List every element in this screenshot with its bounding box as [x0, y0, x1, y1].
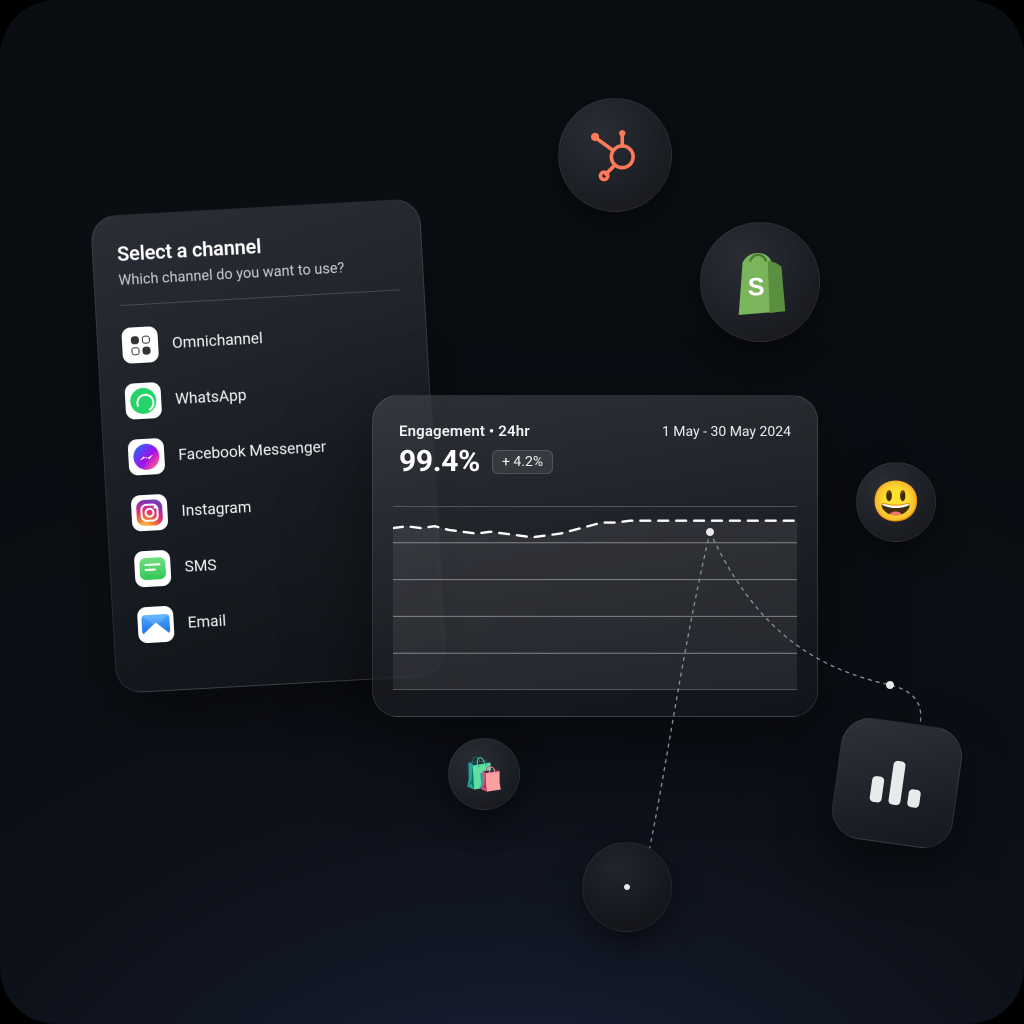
svg-text:S: S	[748, 274, 765, 302]
channel-label: WhatsApp	[175, 386, 247, 408]
channel-label: Email	[187, 612, 226, 632]
channel-label: Instagram	[181, 498, 252, 520]
sms-icon	[134, 550, 172, 588]
channel-item-instagram[interactable]: Instagram	[131, 480, 413, 532]
connector-node-bubble	[582, 842, 672, 932]
whatsapp-icon	[124, 382, 162, 420]
email-icon	[137, 606, 175, 644]
bar-chart-icon	[869, 758, 925, 809]
instagram-icon	[131, 494, 169, 532]
channel-label: SMS	[184, 556, 217, 576]
messenger-icon	[127, 438, 165, 476]
omnichannel-icon	[121, 326, 159, 364]
divider	[120, 289, 400, 306]
channel-item-whatsapp[interactable]: WhatsApp	[124, 368, 406, 420]
bar-chart-tile	[828, 714, 966, 852]
engagement-card: Engagement • 24hr 99.4% + 4.2% 1 May - 3…	[372, 395, 818, 717]
hubspot-icon	[558, 98, 672, 212]
shopping-bags-icon: 🛍️	[448, 738, 520, 810]
engagement-chart	[393, 506, 797, 690]
channel-item-messenger[interactable]: Facebook Messenger	[127, 424, 409, 476]
channel-item-omnichannel[interactable]: Omnichannel	[121, 312, 403, 364]
channel-label: Omnichannel	[172, 329, 264, 352]
engagement-period: 1 May - 30 May 2024	[662, 424, 791, 440]
smiley-emoji-icon: 😃	[856, 462, 936, 542]
engagement-metric-label: Engagement • 24hr	[399, 422, 553, 440]
channel-label: Facebook Messenger	[178, 438, 327, 464]
engagement-value: 99.4%	[399, 444, 480, 479]
stage: Select a channel Which channel do you wa…	[0, 0, 1024, 1024]
dot-icon	[624, 884, 630, 890]
shopify-icon: S	[700, 222, 820, 342]
engagement-delta-badge: + 4.2%	[492, 450, 553, 474]
